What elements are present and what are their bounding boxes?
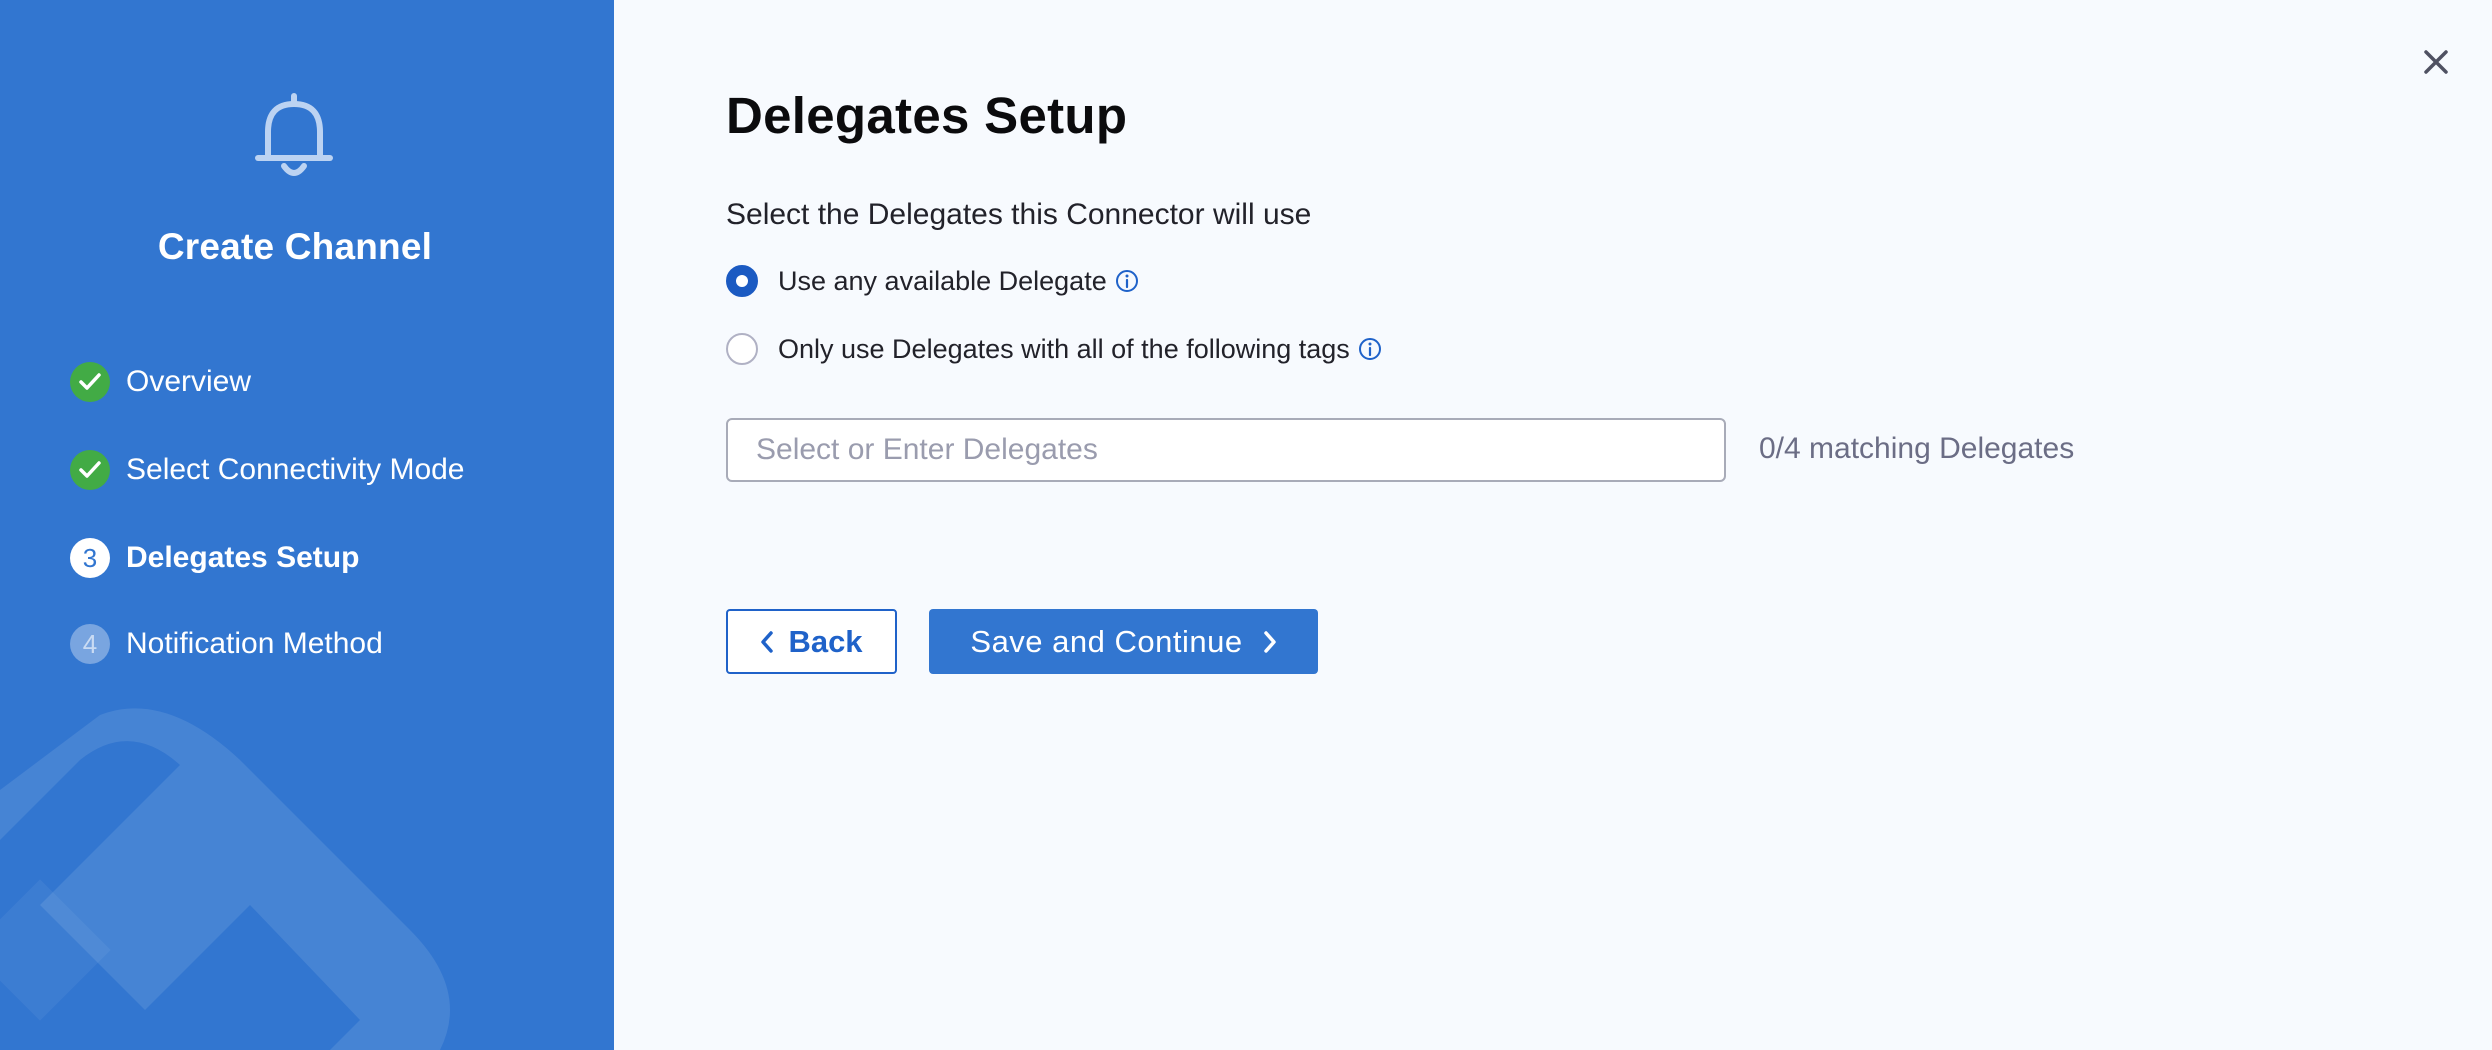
option-any-delegate[interactable]: Use any available Delegate <box>726 265 1139 297</box>
create-channel-wizard: Create Channel Overview Select Connectiv… <box>0 0 2492 1050</box>
option-label: Only use Delegates with all of the follo… <box>778 333 1350 364</box>
close-icon <box>2424 50 2448 74</box>
info-icon[interactable] <box>1358 337 1382 361</box>
step-overview[interactable]: Overview <box>70 362 251 402</box>
delegate-select-input[interactable] <box>726 418 1726 482</box>
matching-delegates-count: 0/4 matching Delegates <box>1759 432 2075 465</box>
bell-icon <box>255 93 333 176</box>
delegates-prompt: Select the Delegates this Connector will… <box>726 198 1312 231</box>
chevron-right-icon <box>1263 630 1276 653</box>
radio-button[interactable] <box>726 265 758 297</box>
step-label: Notification Method <box>126 627 383 660</box>
back-button-label: Back <box>788 623 863 659</box>
wizard-title: Create Channel <box>157 226 433 267</box>
back-button[interactable]: Back <box>726 609 897 674</box>
step-label: Delegates Setup <box>126 541 360 574</box>
close-button[interactable] <box>2416 42 2456 82</box>
radio-button[interactable] <box>726 333 758 365</box>
step-notification-method[interactable]: 4 Notification Method <box>70 624 383 664</box>
wizard-sidebar: Create Channel Overview Select Connectiv… <box>0 0 614 1050</box>
step-delegates-setup[interactable]: 3 Delegates Setup <box>70 538 359 578</box>
option-label: Use any available Delegate <box>778 265 1107 296</box>
page-title: Delegates Setup <box>726 87 1128 144</box>
save-and-continue-button[interactable]: Save and Continue <box>929 609 1318 674</box>
save-button-label: Save and Continue <box>970 623 1243 659</box>
delegates-setup-panel: Delegates Setup Select the Delegates thi… <box>614 0 2492 1050</box>
step-complete-check-icon <box>70 450 110 490</box>
step-complete-check-icon <box>70 362 110 402</box>
step-number: 4 <box>70 624 110 664</box>
step-label: Select Connectivity Mode <box>126 453 465 486</box>
step-label: Overview <box>126 365 252 398</box>
step-select-connectivity-mode[interactable]: Select Connectivity Mode <box>70 450 465 490</box>
option-tagged-delegates[interactable]: Only use Delegates with all of the follo… <box>726 333 1382 365</box>
info-icon[interactable] <box>1115 269 1139 293</box>
step-number: 3 <box>70 538 110 578</box>
chevron-left-icon <box>761 630 774 653</box>
